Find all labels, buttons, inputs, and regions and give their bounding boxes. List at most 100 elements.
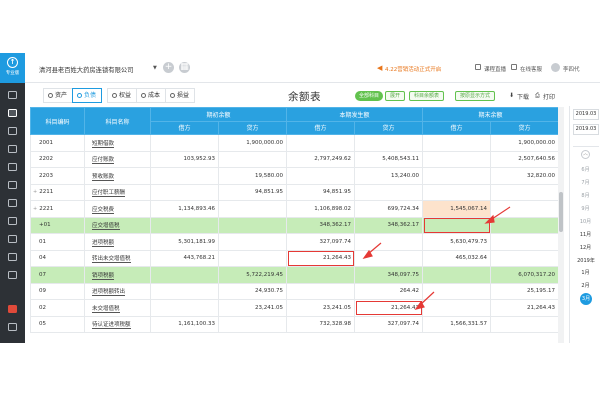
month-item[interactable]: 1月 (579, 267, 592, 279)
support-icon (511, 64, 517, 70)
table-row[interactable]: 2202 应付账款 103,952.93 2,797,249.62 5,408,543.… (30, 150, 558, 168)
col-header-debit: 借方 (286, 120, 356, 135)
subject-code: 09 (39, 288, 46, 295)
month-item[interactable]: 7月 (579, 177, 592, 189)
subject-name-link[interactable]: 未交增值税 (92, 305, 120, 313)
nav-assets-icon[interactable] (8, 181, 17, 189)
company-selector[interactable]: 清河县老百姓大药房连锁有限公司 (39, 65, 133, 74)
print-button[interactable]: 打印 (543, 92, 555, 101)
display-mode-select[interactable]: 按原显示方式 (455, 91, 496, 101)
nav-invoice-icon[interactable] (8, 163, 17, 171)
subject-name-link[interactable]: 待认证进项税额 (92, 322, 131, 330)
period-end[interactable]: 2019.03 (573, 124, 599, 135)
nav-report-icon[interactable] (8, 145, 17, 153)
month-item[interactable]: 12月 (579, 242, 592, 254)
subject-name-link[interactable]: 应交税费 (92, 206, 115, 214)
cell-cur-c (354, 183, 424, 201)
subject-name-link[interactable]: 进项税额 (92, 239, 115, 247)
month-item[interactable]: 9月 (579, 203, 592, 215)
report-type-select[interactable]: 科目余额表 (409, 91, 445, 101)
promo-notice[interactable]: 4.22营销活动正式开启 (385, 65, 441, 73)
table-row[interactable]: 2203 预收账款 19,580.00 13,240.00 32,820.00 (30, 167, 558, 185)
nav-cash-icon[interactable] (8, 199, 17, 207)
tab-profit-loss[interactable]: 损益 (165, 88, 196, 103)
subject-name-link[interactable]: 进项税额转出 (92, 289, 126, 297)
cell-cl-d: 465,032.64 (422, 249, 492, 267)
nav-ledger-icon[interactable] (8, 127, 17, 135)
period-start[interactable]: 2019.03 (573, 109, 599, 120)
subject-name-link[interactable]: 应付职工薪酬 (92, 190, 126, 198)
table-row[interactable]: 02 未交增值税 23,241.05 23,241.05 21,264.43 21,264… (30, 299, 558, 317)
cell-cur-c: 5,408,543.11 (354, 150, 424, 168)
chevron-up-icon[interactable]: ︿ (581, 150, 590, 159)
tab-assets[interactable]: 资产 (43, 88, 74, 103)
nav-dashboard-icon[interactable] (8, 91, 17, 99)
subject-name-link[interactable]: 销项税额 (92, 272, 115, 280)
table-row[interactable]: 01 进项税额 5,301,181.99 327,097.74 5,630,479.73 (30, 233, 558, 251)
table-row[interactable]: 2001 短期借款 1,900,000.00 1,900,000.00 (30, 134, 558, 152)
month-item[interactable]: 6月 (579, 164, 592, 176)
grid-menu-icon[interactable]: ▦ (179, 62, 190, 73)
subject-name-link[interactable]: 应付账款 (92, 157, 115, 165)
subject-name-link[interactable]: 短期借款 (92, 140, 115, 148)
subject-name-link[interactable]: 应交增值税 (92, 223, 120, 231)
expand-toggle-icon[interactable]: + (33, 206, 37, 212)
app-window: ↑ 专业版 清河县老百姓大药房连锁有限公司 ▼ + ▦ ◀ 4.22营销活动正式… (0, 53, 600, 343)
cell-name: 应交增值税 (84, 216, 151, 234)
subject-name-link[interactable]: 预收账款 (92, 173, 115, 181)
nav-payroll-icon[interactable] (8, 217, 17, 225)
table-row[interactable]: +2221 应交税费 1,134,893.46 1,106,898.02 699,724… (30, 200, 558, 218)
cell-ob-d: 1,134,893.46 (150, 200, 219, 218)
month-item[interactable]: 11月 (579, 229, 592, 241)
month-item-selected[interactable]: 3月 (580, 293, 592, 305)
download-icon: ⬇ (509, 92, 515, 99)
cell-cl-c: 2,507,640.56 (490, 150, 558, 168)
app-logo[interactable]: ↑ 专业版 (0, 53, 25, 83)
nav-settings-icon[interactable] (8, 271, 17, 279)
table-row[interactable]: 05 待认证进项税额 1,161,100.33 732,328.98 327,097.7… (30, 315, 558, 333)
chevron-down-icon[interactable]: ▼ (153, 65, 157, 71)
tab-liabilities[interactable]: 负债 (72, 88, 103, 103)
nav-message-icon[interactable] (8, 305, 17, 313)
month-item[interactable]: 10月 (579, 216, 592, 228)
nav-tax-icon[interactable] (8, 253, 17, 261)
col-header-code[interactable]: 科目编码 (30, 107, 85, 135)
tab-cost[interactable]: 成本 (136, 88, 167, 103)
subject-code: 05 (39, 321, 46, 328)
month-item[interactable]: 2月 (579, 280, 592, 292)
tab-equity[interactable]: 权益 (107, 88, 138, 103)
cell-name: 进项税额转出 (84, 282, 151, 300)
cell-ob-c (217, 150, 288, 168)
subject-code: 2202 (39, 156, 53, 163)
nav-logout-icon[interactable] (8, 323, 17, 331)
scrollbar-thumb[interactable] (559, 192, 563, 232)
col-header-credit: 贷方 (354, 120, 424, 135)
cell-ob-c (217, 249, 288, 267)
table-row[interactable]: +2211 应付职工薪酬 94,851.95 94,851.95 (30, 183, 558, 201)
expand-toggle-icon[interactable]: + (33, 189, 37, 195)
add-company-icon[interactable]: + (163, 62, 174, 73)
download-button[interactable]: 下载 (517, 92, 529, 101)
user-name[interactable]: 李四代 (563, 65, 580, 73)
sidebar: ↑ 专业版 (0, 53, 25, 343)
nav-voucher-icon[interactable] (8, 109, 17, 117)
table-row[interactable]: 09 进项税额转出 24,930.75 264.42 25,195.17 (30, 282, 558, 300)
live-course-link[interactable]: 课程直播 (484, 65, 506, 73)
month-item[interactable]: 8月 (579, 190, 592, 202)
table-row[interactable]: 04 转出未交增值税 443,768.21 21,264.43 465,032.64 (30, 249, 558, 267)
cell-name: 销项税额 (84, 266, 151, 284)
expand-button[interactable]: 展开 (385, 91, 406, 101)
table-row[interactable]: +01 应交增值税 348,362.17 348,362.17 (30, 216, 558, 234)
balance-table: 科目编码 科目名称 期初余额 本期发生额 期末余额 借方 贷方 借方 贷方 借方… (30, 107, 558, 343)
cell-cl-d (422, 150, 492, 168)
subject-name-link[interactable]: 转出未交增值税 (92, 256, 131, 264)
show-all-subjects-button[interactable]: 全部科目 (355, 91, 384, 101)
col-header-name[interactable]: 科目名称 (84, 107, 151, 135)
megaphone-icon: ◀ (377, 64, 383, 72)
cell-name: 应交税费 (84, 200, 151, 218)
table-scrollbar[interactable] (558, 107, 564, 343)
table-row[interactable]: 07 销项税额 5,722,219.45 348,097.75 6,070,317.20 (30, 266, 558, 284)
support-link[interactable]: 在线客服 (520, 65, 542, 73)
nav-inventory-icon[interactable] (8, 235, 17, 243)
avatar[interactable] (551, 63, 560, 72)
